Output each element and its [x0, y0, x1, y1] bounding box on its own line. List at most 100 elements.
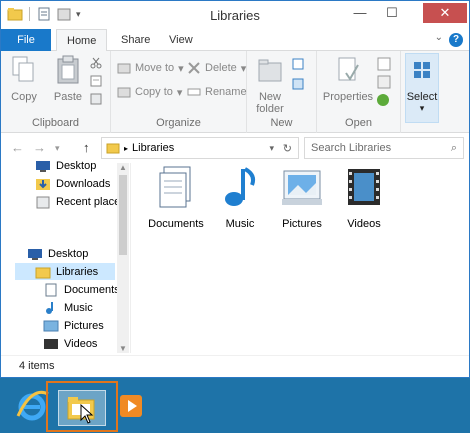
- documents-icon: [45, 283, 57, 296]
- rename-label: Rename: [205, 86, 247, 98]
- nav-item-label: Desktop: [48, 247, 89, 260]
- library-label: Videos: [347, 218, 381, 230]
- chevron-down-icon[interactable]: ▾: [269, 143, 274, 154]
- select-button[interactable]: Select ▾: [405, 53, 439, 123]
- libraries-icon: [35, 267, 51, 278]
- new-folder-label-line1: New: [258, 91, 281, 103]
- paste-shortcut-icon[interactable]: [90, 93, 102, 105]
- ribbon: Copy Paste Clipboard Move to▾ Copy to▾: [1, 51, 469, 133]
- library-videos[interactable]: Videos: [331, 163, 397, 230]
- open-group-label: Open: [345, 117, 372, 129]
- open-group: Properties Open: [317, 51, 401, 133]
- nav-item-desktop-favorite[interactable]: Desktop: [35, 157, 96, 174]
- chevron-down-icon[interactable]: ⌄: [435, 32, 443, 43]
- rename-button[interactable]: Rename: [187, 83, 247, 101]
- minimize-button[interactable]: —: [347, 3, 373, 23]
- nav-scrollbar[interactable]: ▲ ▼: [117, 163, 129, 353]
- title-bar: ▾ Libraries — ☐ ✕: [1, 1, 469, 29]
- navigation-pane: Desktop Downloads Recent places Desktop …: [1, 160, 131, 353]
- copy-to-label: Copy to: [135, 86, 173, 98]
- nav-item-libraries[interactable]: Libraries: [15, 263, 115, 280]
- item-count: 4 items: [19, 360, 55, 372]
- library-documents[interactable]: Documents: [143, 163, 209, 230]
- nav-item-desktop[interactable]: Desktop: [27, 245, 88, 262]
- cut-icon[interactable]: [90, 57, 102, 69]
- highlight-box: [46, 381, 118, 432]
- search-input[interactable]: Search Libraries ⌕: [304, 137, 464, 159]
- nav-item-label: Videos: [64, 337, 98, 350]
- chevron-down-icon: ▾: [178, 62, 184, 75]
- scroll-up-icon[interactable]: ▲: [119, 163, 127, 172]
- nav-item-recent-places[interactable]: Recent places: [35, 193, 126, 210]
- nav-item-label: Pictures: [64, 319, 104, 332]
- properties-button[interactable]: Properties: [321, 55, 375, 103]
- library-music[interactable]: Music: [207, 163, 273, 230]
- search-placeholder: Search Libraries: [311, 142, 392, 154]
- file-list: Documents Music Pictures Videos: [141, 163, 461, 353]
- paste-button[interactable]: Paste: [51, 55, 85, 103]
- move-to-button[interactable]: Move to ▾: [117, 59, 184, 77]
- library-label: Music: [225, 218, 255, 230]
- status-bar: 4 items: [1, 355, 469, 377]
- chevron-down-icon: ▾: [240, 62, 247, 75]
- nav-item-pictures[interactable]: Pictures: [43, 317, 104, 334]
- pictures-library-icon: [282, 170, 322, 205]
- delete-icon: [188, 62, 200, 74]
- copy-button[interactable]: Copy: [9, 55, 39, 103]
- new-folder-button[interactable]: New folder: [253, 55, 287, 115]
- chevron-down-icon[interactable]: ▾: [55, 143, 60, 154]
- library-pictures[interactable]: Pictures: [269, 163, 335, 230]
- nav-item-label: Desktop: [56, 159, 97, 172]
- desktop-icon: [36, 160, 50, 172]
- new-folder-icon: [258, 59, 282, 82]
- media-player-icon[interactable]: [118, 393, 144, 419]
- organize-group-label: Organize: [156, 117, 201, 129]
- address-bar[interactable]: ▸ Libraries ▾ ↻: [101, 137, 299, 159]
- edit-icon[interactable]: [377, 75, 391, 89]
- tab-view[interactable]: View: [159, 29, 203, 51]
- nav-item-label: Downloads: [56, 177, 111, 190]
- up-arrow-icon[interactable]: ↑: [83, 140, 90, 155]
- videos-library-icon: [348, 169, 380, 205]
- copy-path-icon[interactable]: [90, 75, 102, 87]
- move-to-icon: [117, 63, 131, 74]
- select-label: Select: [406, 91, 438, 103]
- clipboard-group-label: Clipboard: [31, 117, 80, 129]
- clipboard-group: Copy Paste Clipboard: [1, 51, 111, 133]
- help-icon[interactable]: ?: [449, 33, 463, 47]
- tab-file[interactable]: File: [1, 29, 51, 51]
- nav-item-music[interactable]: Music: [43, 299, 93, 316]
- forward-arrow-icon[interactable]: →: [33, 140, 46, 155]
- open-icon[interactable]: [377, 57, 391, 71]
- scrollbar-thumb[interactable]: [119, 175, 127, 255]
- copy-to-icon: [117, 87, 131, 98]
- copy-label: Copy: [11, 91, 37, 103]
- easy-access-icon[interactable]: [291, 77, 307, 91]
- history-icon[interactable]: [375, 93, 391, 107]
- move-to-label: Move to: [135, 62, 175, 74]
- nav-item-documents[interactable]: Documents: [43, 281, 120, 298]
- close-button[interactable]: ✕: [423, 3, 467, 23]
- recent-places-icon: [36, 196, 50, 208]
- maximize-button[interactable]: ☐: [379, 3, 405, 23]
- chevron-right-icon: ▸: [124, 143, 129, 153]
- back-arrow-icon[interactable]: ←: [11, 140, 24, 155]
- nav-item-downloads[interactable]: Downloads: [35, 175, 110, 192]
- library-label: Documents: [148, 218, 204, 230]
- tab-share[interactable]: Share: [111, 29, 160, 51]
- copy-icon: [12, 56, 34, 82]
- delete-button[interactable]: Delete ▾: [187, 59, 246, 77]
- documents-library-icon: [159, 166, 191, 208]
- paste-icon: [57, 55, 79, 84]
- organize-group: Move to ▾ Copy to ▾ Delete ▾ Rename Organiz…: [111, 51, 247, 133]
- new-item-icon[interactable]: [291, 57, 307, 71]
- nav-item-label: Music: [64, 301, 93, 314]
- new-group: New folder New: [247, 51, 317, 133]
- properties-label: Properties: [322, 91, 374, 103]
- new-group-label: New: [270, 117, 293, 129]
- nav-item-videos[interactable]: Videos: [43, 335, 97, 352]
- refresh-icon[interactable]: ↻: [283, 142, 292, 155]
- tab-home[interactable]: Home: [56, 29, 108, 52]
- scroll-down-icon[interactable]: ▼: [119, 344, 127, 353]
- copy-to-button[interactable]: Copy to ▾: [117, 83, 182, 101]
